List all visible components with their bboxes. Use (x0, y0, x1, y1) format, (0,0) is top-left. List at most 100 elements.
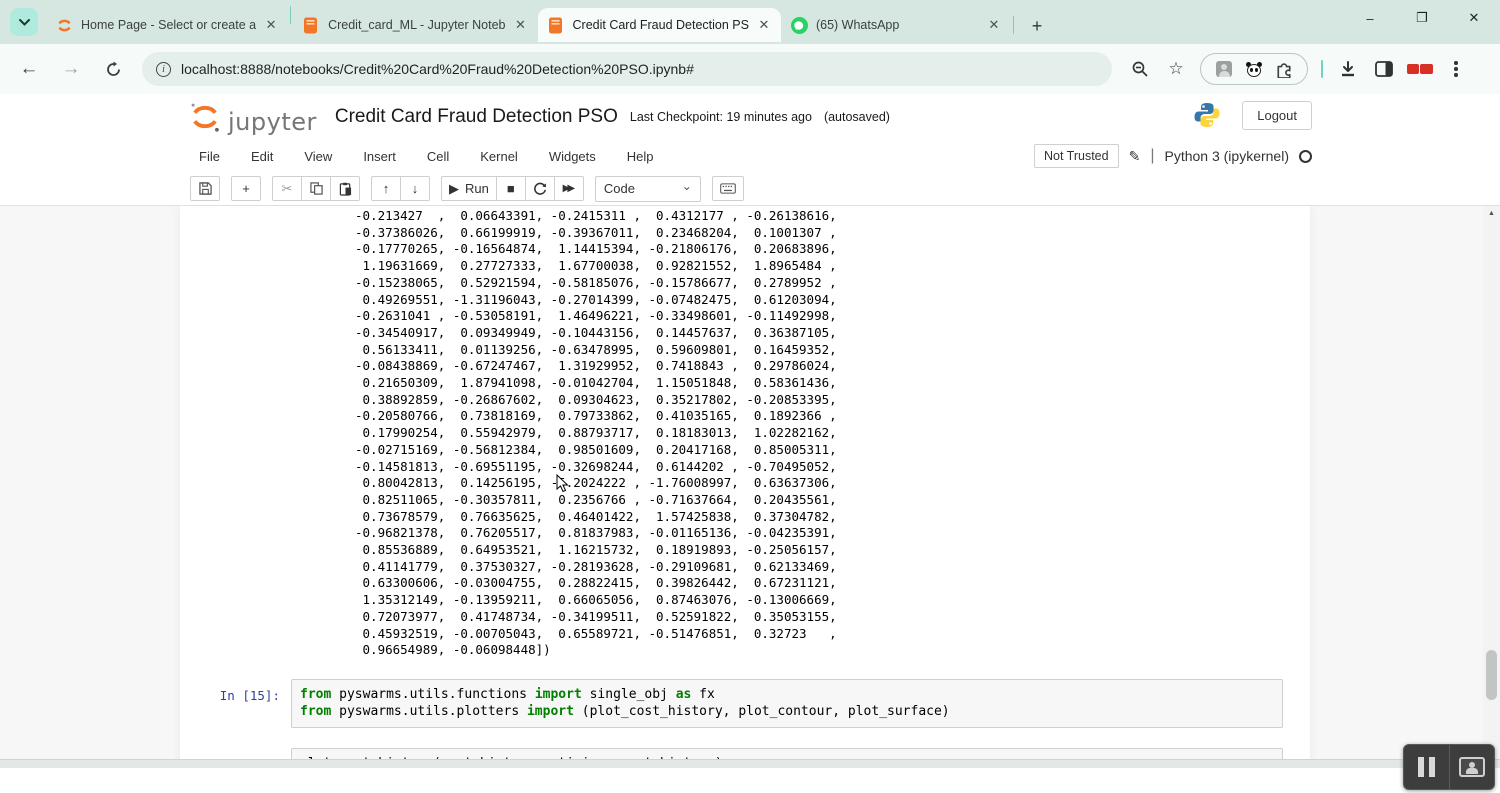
edit-title-icon[interactable]: ✎ (1129, 148, 1141, 165)
code-cell[interactable]: In [16]: plot_cost_history(cost_history=o… (180, 748, 1310, 759)
restart-icon (533, 182, 547, 196)
tab-close-button[interactable]: ✕ (985, 16, 1003, 34)
menu-kernel[interactable]: Kernel (480, 149, 518, 164)
command-palette-button[interactable] (712, 176, 744, 201)
restart-run-all-button[interactable]: ▶▶ (554, 176, 584, 201)
recorder-pause-button[interactable] (1404, 745, 1449, 789)
cell-code-editor[interactable]: from pyswarms.utils.functions import sin… (291, 679, 1283, 728)
browser-tab[interactable]: Credit_card_ML - Jupyter Noteb✕ (293, 8, 537, 42)
menu-help[interactable]: Help (627, 149, 654, 164)
whatsapp-icon (791, 17, 808, 34)
menu-edit[interactable]: Edit (251, 149, 273, 164)
code-line: from pyswarms.utils.plotters import (plo… (300, 703, 1274, 721)
menu-file[interactable]: File (199, 149, 220, 164)
browser-address-bar: ← → i localhost:8888/notebooks/Credit%20… (0, 44, 1500, 94)
cut-cell-button[interactable]: ✂ (272, 176, 302, 201)
tab-search-button[interactable] (10, 8, 38, 36)
tab-title: Credit Card Fraud Detection PS (573, 18, 749, 32)
stop-button[interactable]: ■ (496, 176, 526, 201)
scrollbar-thumb[interactable] (1486, 650, 1497, 700)
tab-close-button[interactable]: ✕ (262, 16, 280, 34)
pause-icon (1418, 757, 1435, 777)
kernel-status-icon (1299, 150, 1312, 163)
tab-title: Home Page - Select or create a (81, 18, 256, 32)
cell-code-editor[interactable]: plot_cost_history(cost_history=optimizer… (291, 748, 1283, 759)
browser-tab[interactable]: Credit Card Fraud Detection PS ✕ (538, 8, 781, 42)
save-button[interactable] (190, 176, 220, 201)
jupyter-logo-icon (56, 17, 73, 34)
side-panel-button[interactable] (1371, 56, 1397, 82)
site-info-icon[interactable]: i (156, 62, 171, 77)
window-controls: – ❐ ✕ (1344, 0, 1500, 36)
run-button[interactable]: ▶ Run (441, 176, 497, 201)
menu-view[interactable]: View (304, 149, 332, 164)
kernel-name[interactable]: Python 3 (ipykernel) (1164, 148, 1289, 164)
profile-extension-icon[interactable] (1214, 59, 1234, 79)
window-maximize-button[interactable]: ❐ (1396, 0, 1448, 36)
browser-tab[interactable]: Home Page - Select or create a ✕ (46, 8, 288, 42)
menu-widgets[interactable]: Widgets (549, 149, 596, 164)
menu-insert[interactable]: Insert (363, 149, 396, 164)
menu-cell[interactable]: Cell (427, 149, 449, 164)
cell-output-array: -0.213427 , 0.06643391, -0.2415311 , 0.4… (180, 208, 1310, 659)
copy-icon (310, 182, 323, 195)
python-logo-icon (1192, 100, 1222, 130)
copy-cell-button[interactable] (301, 176, 331, 201)
code-line: plot_cost_history(cost_history=optimizer… (300, 755, 1274, 759)
trust-status-button[interactable]: Not Trusted (1034, 144, 1119, 168)
kernel-separator: | (1150, 147, 1154, 165)
screen-icon (1459, 757, 1485, 777)
autosave-status: (autosaved) (824, 110, 890, 124)
forward-button[interactable]: → (56, 54, 86, 84)
tab-separator (290, 6, 291, 24)
refresh-icon (105, 61, 122, 78)
tab-close-button[interactable]: ✕ (755, 16, 773, 34)
kebab-icon (1454, 61, 1457, 76)
url-field[interactable]: i localhost:8888/notebooks/Credit%20Card… (142, 52, 1112, 86)
tab-title: (65) WhatsApp (816, 18, 979, 32)
move-cell-down-button[interactable]: ↓ (400, 176, 430, 201)
vertical-scrollbar[interactable]: ▲ (1483, 206, 1500, 759)
bookmark-button[interactable]: ☆ (1163, 56, 1189, 82)
jupyter-notebook-icon (548, 17, 565, 34)
cell-type-select[interactable]: Code ⌄ (595, 176, 701, 202)
jupyter-logo-icon (188, 100, 222, 134)
extensions-puzzle-icon[interactable] (1274, 59, 1294, 79)
cell-prompt: In [16]: (180, 748, 291, 759)
paste-cell-button[interactable] (330, 176, 360, 201)
add-cell-button[interactable]: + (231, 176, 261, 201)
back-button[interactable]: ← (14, 54, 44, 84)
browser-tab[interactable]: (65) WhatsApp ✕ (781, 8, 1011, 42)
toolbar-separator (1321, 60, 1323, 78)
scrollbar-up-arrow[interactable]: ▲ (1483, 206, 1500, 220)
tab-close-button[interactable]: ✕ (512, 16, 530, 34)
code-cell[interactable]: In [15]:from pyswarms.utils.functions im… (180, 679, 1310, 728)
jupyter-menubar: FileEditViewInsertCellKernelWidgetsHelp … (0, 140, 1500, 172)
cell-prompt: In [15]: (180, 679, 291, 728)
new-tab-button[interactable]: + (1024, 13, 1050, 39)
move-cell-up-button[interactable]: ↑ (371, 176, 401, 201)
notebook-title[interactable]: Credit Card Fraud Detection PSO (335, 106, 618, 128)
jupyter-toolbar: + ✂ ↑ ↓ ▶ Run ■ (0, 172, 1500, 206)
logout-button[interactable]: Logout (1242, 101, 1312, 130)
browser-menu-button[interactable] (1443, 56, 1469, 82)
window-close-button[interactable]: ✕ (1448, 0, 1500, 36)
recorder-screen-button[interactable] (1449, 745, 1495, 789)
checkpoint-status: Last Checkpoint: 19 minutes ago (630, 110, 812, 124)
panda-extension-icon[interactable] (1244, 59, 1264, 79)
paste-icon (339, 182, 352, 196)
idm-extension-icon[interactable] (1407, 56, 1433, 82)
window-minimize-button[interactable]: – (1344, 0, 1396, 36)
save-icon (199, 182, 212, 195)
downloads-button[interactable] (1335, 56, 1361, 82)
keyboard-icon (720, 183, 736, 194)
zoom-button[interactable] (1127, 56, 1153, 82)
cut-icon: ✂ (282, 181, 293, 197)
refresh-button[interactable] (98, 54, 128, 84)
tab-separator (1013, 16, 1014, 34)
jupyter-logo[interactable]: jupyter (188, 100, 317, 134)
chevron-down-icon: ⌄ (682, 179, 692, 193)
restart-kernel-button[interactable] (525, 176, 555, 201)
jupyter-header: jupyter Credit Card Fraud Detection PSO … (0, 94, 1500, 140)
browser-tab-bar: Home Page - Select or create a✕Credit_ca… (0, 0, 1500, 44)
